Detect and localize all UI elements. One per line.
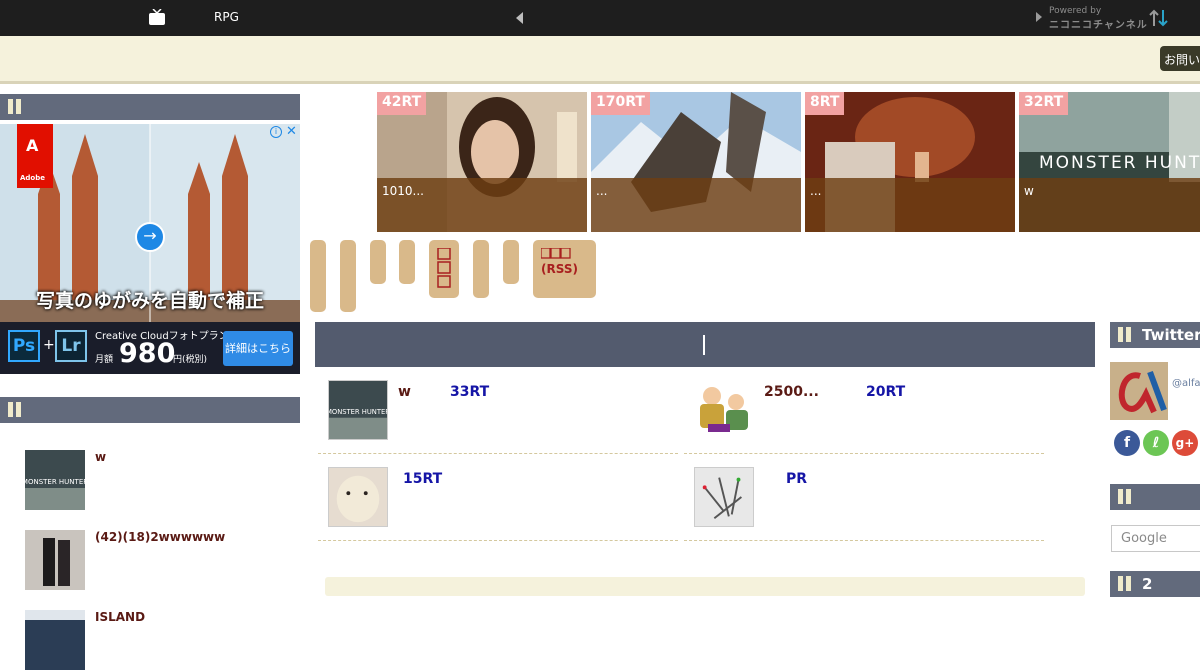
facebook-icon[interactable]: f	[1114, 430, 1140, 456]
article-thumbnail	[694, 380, 754, 440]
powered-by-label: Powered by	[1049, 6, 1102, 16]
rss-label: (RSS)	[541, 262, 578, 276]
ad-price-label: 月額	[95, 355, 114, 365]
rt-badge: 8RT	[805, 92, 845, 115]
channel-title[interactable]: RPG	[214, 10, 239, 24]
text-cursor	[703, 335, 705, 355]
list-item[interactable]: (42)(18)2wwwwww	[25, 530, 295, 592]
twitter-handle[interactable]: @alfa	[1172, 378, 1200, 389]
featured-caption: 1010...	[377, 178, 587, 232]
article-item[interactable]: MONSTER HUNTER w 33RT	[328, 380, 678, 460]
adobe-brand: Adobe	[20, 174, 45, 182]
list-item[interactable]: ISLAND	[25, 610, 295, 672]
google-plus-icon[interactable]: g+	[1172, 430, 1198, 456]
tv-icon[interactable]	[148, 9, 166, 26]
feedly-icon[interactable]: ℓ	[1143, 430, 1169, 456]
category-tab-e[interactable]	[429, 240, 459, 298]
twitter-section-header: Twitter	[1110, 322, 1200, 348]
category-tab-f[interactable]	[473, 240, 489, 298]
article-divider	[318, 453, 678, 454]
featured-card[interactable]: MONSTER HUNTER w 32RT	[1019, 92, 1200, 232]
category-tab-d[interactable]	[399, 240, 415, 284]
left-section-header	[0, 94, 300, 120]
article-item[interactable]: 2500... 20RT	[694, 380, 1044, 460]
article-thumbnail	[694, 467, 754, 527]
section-2-header: 2	[1110, 571, 1200, 597]
main-section-header	[315, 322, 1095, 367]
adobe-ad[interactable]: A Adobe i ✕ → 写真のゆがみを自動で補正 Ps + Lr Creat…	[0, 124, 300, 374]
ad-close-icon[interactable]: ✕	[286, 124, 297, 139]
contact-button[interactable]: お問い	[1160, 46, 1200, 71]
ad-price-unit: 円(税別)	[173, 355, 208, 365]
article-pr-label: PR	[786, 471, 808, 487]
article-divider	[684, 540, 1044, 541]
article-thumbnail	[328, 467, 388, 527]
featured-caption: w	[1019, 178, 1200, 232]
article-title[interactable]: 2500...	[764, 384, 819, 400]
search-section-header	[1110, 484, 1200, 510]
photoshop-icon: Ps	[8, 330, 40, 362]
category-tab-a[interactable]	[310, 240, 326, 312]
ad-headline: 写真のゆがみを自動で補正	[35, 290, 264, 312]
svg-text:MONSTER HUNTER: MONSTER HUNTER	[25, 478, 85, 486]
ad-plus: +	[43, 337, 55, 353]
article-thumbnail	[25, 610, 85, 670]
ad-footer: Ps + Lr Creative Cloudフォトプラン 月額 980 円(税別…	[0, 322, 300, 374]
category-tab-rss-glyphs	[540, 247, 571, 259]
article-rt-count: 20RT	[866, 384, 906, 400]
featured-overlay-text: MONSTER HUNTER	[1039, 153, 1200, 173]
list-item-title[interactable]: (42)(18)2wwwwww	[95, 530, 225, 544]
rt-badge: 32RT	[1019, 92, 1069, 115]
top-bar: RPG Powered by ニコニコチャンネル	[0, 0, 1200, 36]
article-thumbnail	[25, 530, 85, 590]
rt-badge: 42RT	[377, 92, 427, 115]
featured-card[interactable]: ... 8RT	[805, 92, 1015, 232]
featured-card[interactable]: 1010... 42RT	[377, 92, 587, 232]
sort-icon[interactable]	[1148, 8, 1170, 28]
article-thumbnail: MONSTER HUNTER	[328, 380, 388, 440]
category-tab-rss[interactable]: (RSS)	[533, 240, 596, 298]
google-search-input[interactable]: Google	[1111, 525, 1200, 552]
article-item[interactable]: 15RT	[328, 467, 678, 547]
list-item[interactable]: MONSTER HUNTER w	[25, 450, 295, 512]
next-arrow-icon[interactable]	[1036, 12, 1042, 22]
list-item-title[interactable]: w	[95, 450, 106, 464]
niconico-channel-logo[interactable]: ニコニコチャンネル	[1049, 16, 1148, 31]
ad-details-button[interactable]: 詳細はこちら	[223, 331, 293, 366]
left-section-header-2	[0, 397, 300, 423]
category-tab-g[interactable]	[503, 240, 519, 284]
article-rt-count: 15RT	[403, 471, 443, 487]
section-2-title: 2	[1142, 575, 1153, 593]
article-thumbnail: MONSTER HUNTER	[25, 450, 85, 510]
svg-text:MONSTER HUNTER: MONSTER HUNTER	[328, 408, 388, 416]
category-tab-e-glyphs	[437, 247, 451, 288]
featured-caption: ...	[805, 178, 1015, 232]
adobe-a-icon: A	[26, 136, 39, 155]
article-divider	[318, 540, 678, 541]
lightroom-icon: Lr	[55, 330, 87, 362]
site-header: お問い	[0, 36, 1200, 84]
category-tab-b[interactable]	[340, 240, 356, 312]
list-item-title[interactable]: ISLAND	[95, 610, 145, 624]
ad-info-icon[interactable]: i	[270, 126, 282, 138]
rt-badge: 170RT	[591, 92, 650, 115]
ad-price: 980	[119, 338, 176, 369]
alfalfa-logo[interactable]	[1110, 362, 1168, 420]
twitter-section-title: Twitter	[1142, 326, 1200, 344]
article-title[interactable]: w	[398, 384, 411, 400]
featured-caption: ...	[591, 178, 801, 232]
prev-arrow-icon[interactable]	[516, 12, 523, 24]
ad-arrow-icon: →	[135, 222, 165, 252]
article-rt-count: 33RT	[450, 384, 490, 400]
featured-card[interactable]: ... 170RT	[591, 92, 801, 232]
category-tab-c[interactable]	[370, 240, 386, 284]
article-item[interactable]: PR	[694, 467, 1044, 547]
pagination-bar	[325, 577, 1085, 596]
article-divider	[684, 453, 1044, 454]
